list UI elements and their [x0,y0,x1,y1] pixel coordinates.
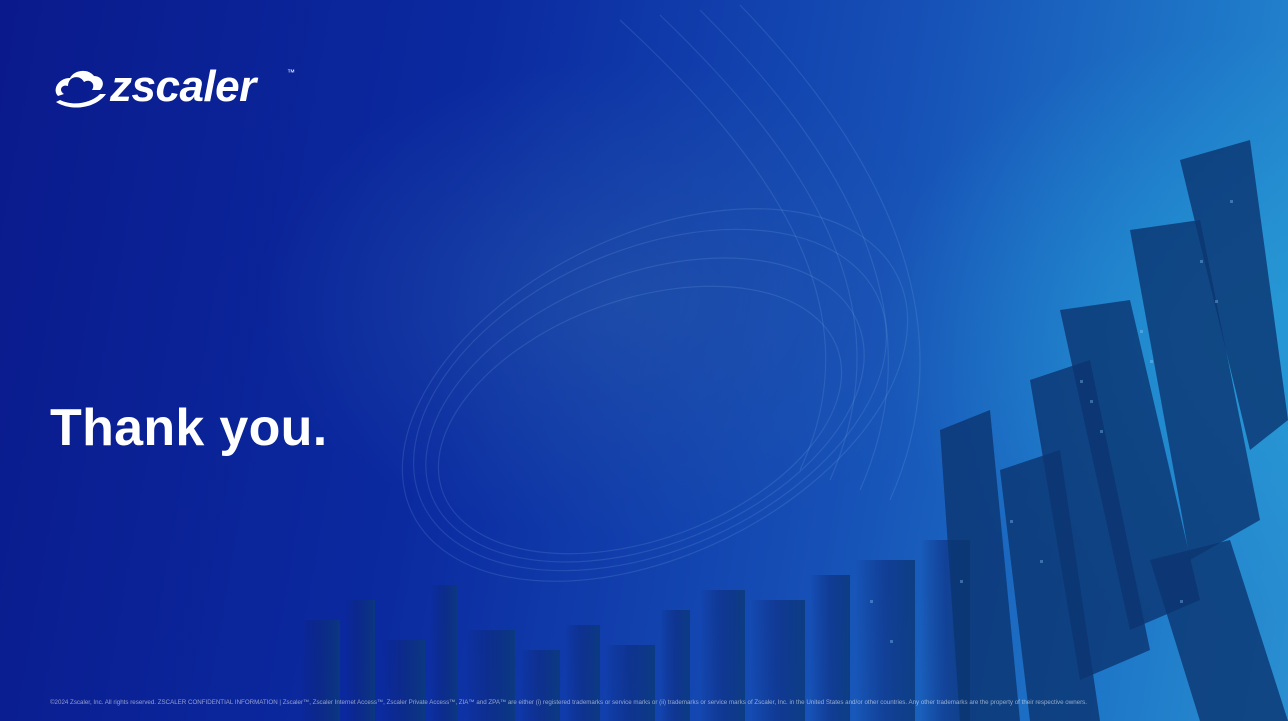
slide: zscaler ™ Thank you. ©2024 Zscaler, Inc.… [0,0,1288,721]
zscaler-cloud-swirl-icon [55,70,106,108]
zscaler-logo: zscaler ™ [50,62,320,116]
legal-footer: ©2024 Zscaler, Inc. All rights reserved.… [50,699,1087,706]
trademark-symbol: ™ [287,68,295,77]
slide-title: Thank you. [50,399,328,457]
brand-name: zscaler [110,62,256,111]
